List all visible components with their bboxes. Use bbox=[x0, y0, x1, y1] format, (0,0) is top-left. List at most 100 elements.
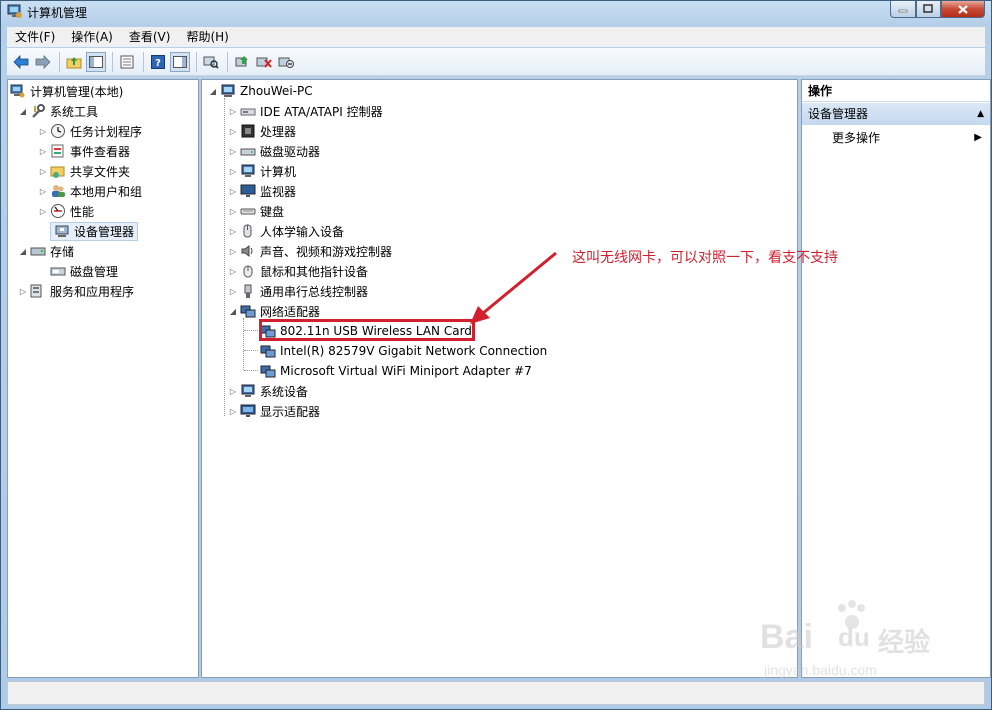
up-folder-icon[interactable] bbox=[64, 52, 84, 72]
watermark-cn: 经验 bbox=[878, 627, 931, 657]
expand-arrow-icon[interactable]: ▷ bbox=[38, 207, 48, 216]
selected-device-manager-node[interactable]: 设备管理器 bbox=[50, 221, 139, 241]
device-category-sound[interactable]: ▷ 声音、视频和游戏控制器 bbox=[228, 241, 392, 261]
performance-icon bbox=[50, 203, 66, 219]
expand-arrow-icon[interactable]: ▷ bbox=[38, 187, 48, 196]
tree-node-device-manager[interactable]: 设备管理器 bbox=[50, 221, 139, 241]
window-title: 计算机管理 bbox=[27, 6, 88, 20]
expand-arrow-icon[interactable]: ▷ bbox=[228, 227, 238, 236]
back-icon[interactable] bbox=[11, 52, 31, 72]
computer-icon bbox=[220, 83, 236, 99]
device-category-processor[interactable]: ▷ 处理器 bbox=[228, 121, 296, 141]
device-category-ide[interactable]: ▷ IDE ATA/ATAPI 控制器 bbox=[228, 101, 383, 121]
expand-arrow-icon[interactable]: ▷ bbox=[228, 187, 238, 196]
expand-arrow-icon[interactable]: ▷ bbox=[18, 287, 28, 296]
actions-panel: 操作 设备管理器 ▲ 更多操作 ▶ bbox=[801, 79, 991, 678]
show-hide-tree-icon[interactable] bbox=[86, 51, 106, 72]
export-list-icon[interactable] bbox=[117, 52, 137, 72]
disk-icon bbox=[50, 263, 66, 279]
expand-arrow-icon[interactable]: ▷ bbox=[228, 287, 238, 296]
expand-arrow-icon[interactable]: ▷ bbox=[228, 107, 238, 116]
expand-arrow-icon[interactable]: ▷ bbox=[228, 267, 238, 276]
watermark-url: jingyan.baidu.com bbox=[764, 662, 877, 678]
expand-arrow-icon[interactable]: ▷ bbox=[228, 147, 238, 156]
device-tree-panel: ◢ ZhouWei-PC ▷ IDE ATA/ATAPI 控制器 ▷ 处理器 ▷… bbox=[201, 79, 798, 678]
device-category-hid[interactable]: ▷ 人体学输入设备 bbox=[228, 221, 344, 241]
tree-node-storage[interactable]: ◢ 存储 bbox=[18, 241, 74, 261]
title-bar: 计算机管理 bbox=[1, 1, 991, 23]
processor-icon bbox=[240, 123, 256, 139]
device-manager-icon bbox=[54, 223, 70, 239]
collapse-arrow-icon[interactable]: ◢ bbox=[228, 307, 238, 316]
console-tree-panel: 计算机管理(本地) ◢ 系统工具 ▷ 任务计划程序 ▷ 事件查看器 ▷ 共享文件… bbox=[7, 79, 199, 678]
maximize-button[interactable] bbox=[916, 1, 941, 18]
tree-node-services-apps[interactable]: ▷ 服务和应用程序 bbox=[18, 281, 134, 301]
tree-node-local-users[interactable]: ▷ 本地用户和组 bbox=[38, 181, 142, 201]
menu-bar: 文件(F) 操作(A) 查看(V) 帮助(H) bbox=[7, 27, 985, 47]
menu-action[interactable]: 操作(A) bbox=[63, 28, 121, 46]
collapse-arrow-icon[interactable]: ◢ bbox=[18, 247, 28, 256]
collapse-arrow-icon[interactable]: ◢ bbox=[208, 87, 218, 96]
menu-view[interactable]: 查看(V) bbox=[121, 28, 179, 46]
shared-folder-icon bbox=[50, 163, 66, 179]
device-category-display-adapters[interactable]: ▷ 显示适配器 bbox=[228, 401, 320, 421]
expand-arrow-icon[interactable]: ▷ bbox=[228, 127, 238, 136]
network-adapter-icon bbox=[240, 303, 256, 319]
menu-file[interactable]: 文件(F) bbox=[7, 28, 63, 46]
device-category-monitors[interactable]: ▷ 监视器 bbox=[228, 181, 296, 201]
device-category-computer[interactable]: ▷ 计算机 bbox=[228, 161, 296, 181]
tree-node-task-scheduler[interactable]: ▷ 任务计划程序 bbox=[38, 121, 142, 141]
help-icon[interactable]: ? bbox=[148, 52, 168, 72]
system-tools-icon bbox=[30, 103, 46, 119]
expand-arrow-icon[interactable]: ▷ bbox=[228, 407, 238, 416]
expand-arrow-icon[interactable]: ▷ bbox=[38, 147, 48, 156]
more-actions-item[interactable]: 更多操作 ▶ bbox=[832, 128, 982, 148]
svg-text:?: ? bbox=[155, 58, 161, 69]
expand-arrow-icon[interactable]: ▷ bbox=[38, 127, 48, 136]
expand-arrow-icon[interactable]: ▷ bbox=[228, 167, 238, 176]
close-button[interactable] bbox=[941, 1, 985, 18]
wireless-card-highlight-box bbox=[259, 319, 475, 341]
scan-hardware-icon[interactable] bbox=[201, 52, 221, 72]
computer-category-icon bbox=[240, 163, 256, 179]
collapse-arrow-icon[interactable]: ◢ bbox=[18, 107, 28, 116]
show-hide-action-icon[interactable] bbox=[170, 51, 190, 72]
expand-arrow-icon[interactable]: ▷ bbox=[228, 247, 238, 256]
watermark-brand: Bai bbox=[760, 618, 813, 656]
uninstall-icon[interactable] bbox=[254, 52, 274, 72]
tree-node-disk-management[interactable]: 磁盘管理 bbox=[50, 261, 118, 281]
menu-help[interactable]: 帮助(H) bbox=[178, 28, 236, 46]
device-category-network-adapters[interactable]: ◢ 网络适配器 bbox=[228, 301, 320, 321]
network-card-icon bbox=[260, 363, 276, 379]
forward-icon[interactable] bbox=[33, 52, 53, 72]
update-driver-icon[interactable] bbox=[232, 52, 252, 72]
services-icon bbox=[30, 283, 46, 299]
expand-arrow-icon[interactable]: ▷ bbox=[38, 167, 48, 176]
expand-arrow-icon[interactable]: ▷ bbox=[228, 207, 238, 216]
tree-node-performance[interactable]: ▷ 性能 bbox=[38, 201, 94, 221]
event-viewer-icon bbox=[50, 143, 66, 159]
collapse-up-icon[interactable]: ▲ bbox=[977, 103, 984, 125]
device-category-disk-drives[interactable]: ▷ 磁盘驱动器 bbox=[228, 141, 320, 161]
toolbar: ? bbox=[7, 48, 985, 76]
expand-arrow-icon[interactable]: ▷ bbox=[228, 387, 238, 396]
device-category-usb[interactable]: ▷ 通用串行总线控制器 bbox=[228, 281, 368, 301]
network-card-icon bbox=[260, 343, 276, 359]
annotation-text: 这叫无线网卡，可以对照一下，看支不支持 bbox=[572, 250, 838, 266]
tree-node-event-viewer[interactable]: ▷ 事件查看器 bbox=[38, 141, 130, 161]
tree-node-computer-management[interactable]: 计算机管理(本地) bbox=[10, 81, 123, 101]
device-category-system-devices[interactable]: ▷ 系统设备 bbox=[228, 381, 308, 401]
device-category-keyboards[interactable]: ▷ 键盘 bbox=[228, 201, 284, 221]
actions-header: 操作 bbox=[802, 80, 990, 102]
network-device-virtual-wifi[interactable]: Microsoft Virtual WiFi Miniport Adapter … bbox=[260, 361, 532, 381]
device-tree-root[interactable]: ◢ ZhouWei-PC bbox=[208, 81, 313, 101]
minimize-button[interactable] bbox=[890, 1, 916, 18]
tree-node-system-tools[interactable]: ◢ 系统工具 bbox=[18, 101, 98, 121]
tree-node-shared-folders[interactable]: ▷ 共享文件夹 bbox=[38, 161, 130, 181]
network-device-intel-gigabit[interactable]: Intel(R) 82579V Gigabit Network Connecti… bbox=[260, 341, 547, 361]
baidu-jingyan-watermark: Bai du 经验 jingyan.baidu.com bbox=[760, 600, 960, 690]
actions-section-device-manager[interactable]: 设备管理器 ▲ bbox=[802, 103, 990, 125]
device-category-mice[interactable]: ▷ 鼠标和其他指针设备 bbox=[228, 261, 368, 281]
disable-device-icon[interactable] bbox=[276, 52, 296, 72]
monitor-icon bbox=[240, 183, 256, 199]
